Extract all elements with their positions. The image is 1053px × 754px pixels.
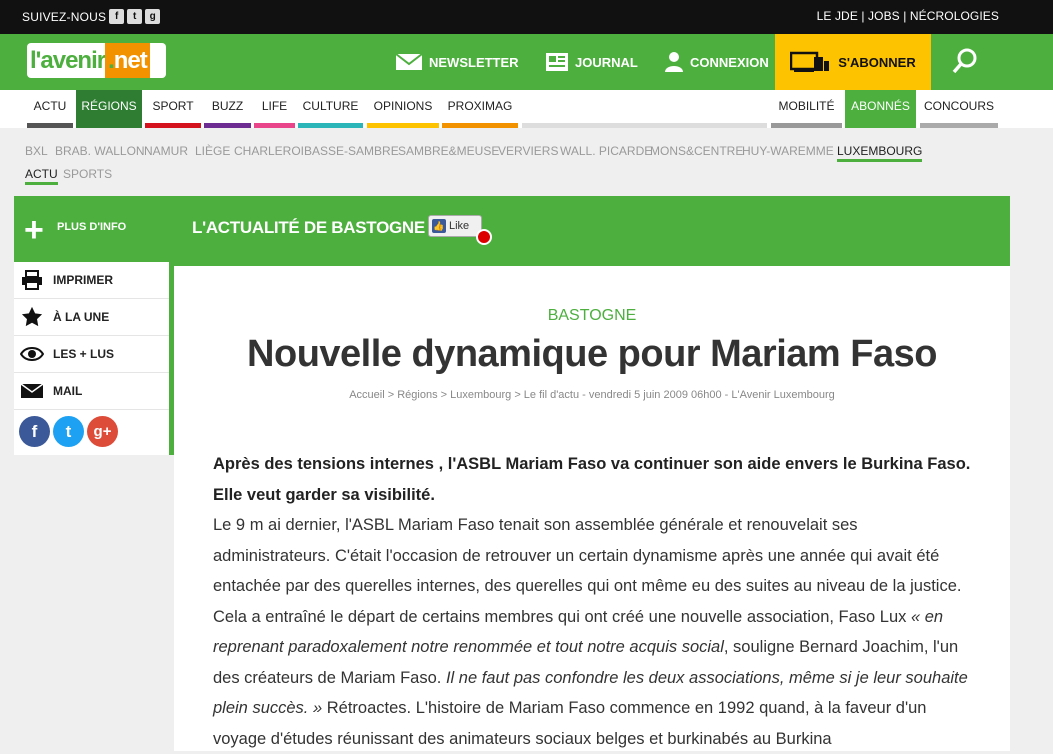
subnav-sambre-meuse[interactable]: SAMBRE&MEUSE	[398, 144, 499, 158]
subnav-huy-waremme[interactable]: HUY-WAREMME	[742, 144, 834, 158]
twitter-share-icon[interactable]: t	[53, 416, 84, 447]
site-logo[interactable]: l'avenir . net	[27, 43, 166, 78]
article-paragraph: Le 9 m ai dernier, l'ASBL Mariam Faso te…	[213, 516, 962, 626]
article-body: Après des tensions internes , l'ASBL Mar…	[213, 455, 971, 748]
subnav-basse-sambre[interactable]: BASSE-SAMBRE	[304, 144, 399, 158]
user-icon	[665, 52, 683, 72]
star-icon	[21, 306, 43, 327]
menu-item-sport[interactable]: SPORT	[145, 90, 201, 128]
search-icon[interactable]	[952, 47, 980, 75]
subnav-verviers[interactable]: VERVIERS	[498, 144, 558, 158]
facebook-icon[interactable]: f	[109, 9, 125, 24]
mail-tool[interactable]: MAIL	[14, 373, 169, 410]
site-header: l'avenir . net NEWSLETTER JOURNAL CONNEXI…	[0, 34, 1053, 90]
eye-icon	[20, 347, 44, 361]
share-buttons: f t g+	[14, 410, 169, 453]
section-title: L'ACTUALITÉ DE BASTOGNE	[192, 218, 425, 237]
googleplus-icon[interactable]: g	[145, 9, 161, 24]
subnav-sports[interactable]: SPORTS	[63, 167, 112, 181]
subnav-liege[interactable]: LIÈGE	[195, 144, 230, 158]
link-jde[interactable]: LE JDE	[817, 9, 858, 23]
envelope-icon	[395, 53, 423, 70]
article: BASTOGNE Nouvelle dynamique pour Mariam …	[174, 266, 1010, 751]
most-read-tool[interactable]: LES + LUS	[14, 336, 169, 373]
facebook-share-icon[interactable]: f	[19, 416, 50, 447]
top-links: LE JDE | JOBS | NÉCROLOGIES	[816, 9, 999, 23]
subnav-wall-picarde[interactable]: WALL. PICARDE	[560, 144, 652, 158]
menu-item-mobilite[interactable]: MOBILITÉ	[771, 90, 842, 128]
front-page-tool[interactable]: À LA UNE	[14, 299, 169, 336]
newspaper-icon	[546, 53, 568, 71]
subnav-actu[interactable]: ACTU	[25, 167, 58, 185]
regions-submenu: BXL BRAB. WALLON NAMUR LIÈGE CHARLEROI B…	[0, 128, 1053, 195]
article-kicker[interactable]: BASTOGNE	[174, 307, 1010, 325]
subscribe-button[interactable]: S'ABONNER	[775, 34, 931, 90]
devices-icon	[790, 51, 830, 72]
menu-spacer	[522, 90, 767, 128]
menu-item-concours[interactable]: CONCOURS	[920, 90, 998, 128]
follow-us: SUIVEZ-NOUS f t g	[22, 9, 161, 24]
menu-item-actu[interactable]: ACTU	[27, 90, 73, 128]
facebook-like-button[interactable]: 👍 Like	[428, 215, 482, 237]
section-band: + PLUS D'INFO L'ACTUALITÉ DE BASTOGNE 👍 …	[14, 196, 1010, 266]
printer-icon	[22, 270, 42, 290]
subnav-luxembourg[interactable]: LUXEMBOURG	[837, 144, 923, 162]
menu-item-proximag[interactable]: PROXIMAG	[442, 90, 518, 128]
menu-item-buzz[interactable]: BUZZ	[204, 90, 251, 128]
subnav-namur[interactable]: NAMUR	[144, 144, 188, 158]
mail-icon	[20, 383, 44, 398]
newsletter-link[interactable]: NEWSLETTER	[395, 34, 519, 90]
menu-item-abonnes[interactable]: ABONNÉS	[845, 90, 916, 128]
article-title: Nouvelle dynamique pour Mariam Faso	[247, 333, 937, 375]
twitter-icon[interactable]: t	[127, 9, 143, 24]
menu-item-regions[interactable]: RÉGIONS	[76, 90, 142, 128]
plus-info-label[interactable]: PLUS D'INFO	[57, 221, 126, 233]
record-icon	[476, 229, 492, 245]
article-lead: Après des tensions internes , l'ASBL Mar…	[213, 455, 971, 504]
menu-item-opinions[interactable]: OPINIONS	[367, 90, 439, 128]
plus-icon[interactable]: +	[24, 213, 44, 247]
journal-link[interactable]: JOURNAL	[545, 34, 638, 90]
subnav-brab-wallon[interactable]: BRAB. WALLON	[55, 144, 145, 158]
link-necrologies[interactable]: NÉCROLOGIES	[910, 9, 999, 23]
article-tools-sidebar: IMPRIMER À LA UNE LES + LUS MAIL f t g+	[14, 262, 174, 455]
connexion-link[interactable]: CONNEXION	[664, 34, 769, 90]
menu-item-life[interactable]: LIFE	[254, 90, 295, 128]
subnav-bxl[interactable]: BXL	[25, 144, 48, 158]
link-jobs[interactable]: JOBS	[868, 9, 900, 23]
thumbs-up-icon: 👍	[432, 219, 446, 233]
main-menu: ACTU RÉGIONS SPORT BUZZ LIFE CULTURE OPI…	[0, 90, 1053, 128]
subnav-charleroi[interactable]: CHARLEROI	[234, 144, 304, 158]
follow-label: SUIVEZ-NOUS	[22, 9, 107, 24]
print-tool[interactable]: IMPRIMER	[14, 262, 169, 299]
googleplus-share-icon[interactable]: g+	[87, 416, 118, 447]
top-bar: SUIVEZ-NOUS f t g LE JDE | JOBS | NÉCROL…	[0, 0, 1053, 34]
subnav-mons-centre[interactable]: MONS&CENTRE	[650, 144, 743, 158]
menu-item-culture[interactable]: CULTURE	[298, 90, 363, 128]
breadcrumb: Accueil > Régions > Luxembourg > Le fil …	[349, 389, 835, 401]
